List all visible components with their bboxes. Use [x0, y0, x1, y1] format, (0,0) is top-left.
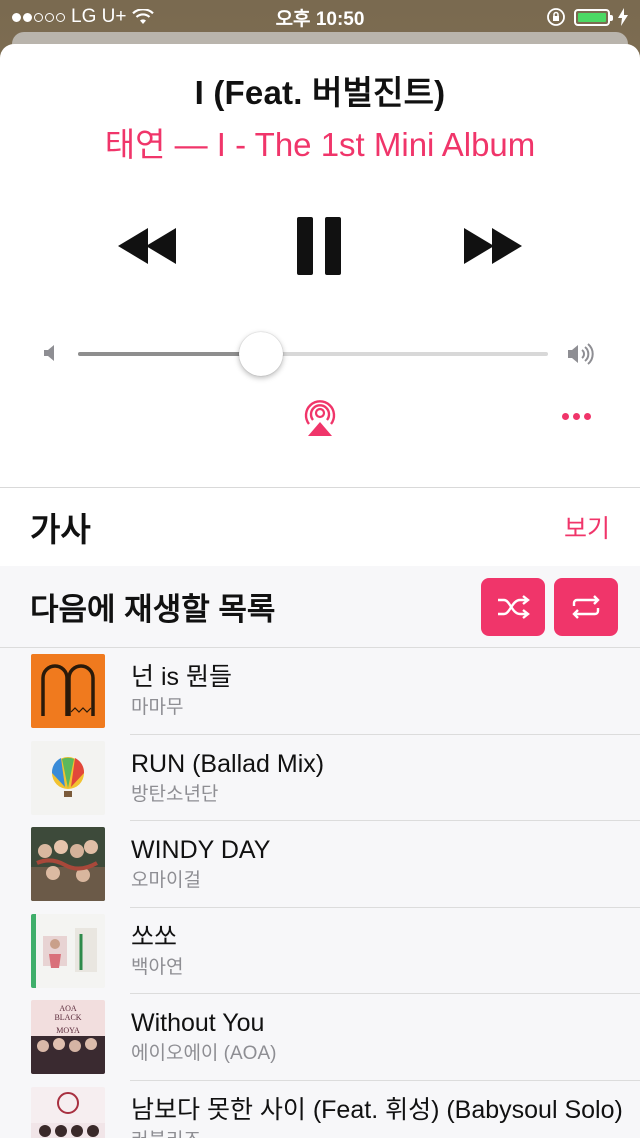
album-art-text: MOYA — [56, 1026, 80, 1035]
volume-high-icon — [568, 343, 594, 365]
fast-forward-icon — [464, 228, 522, 264]
track-title: WINDY DAY — [131, 836, 271, 865]
more-dot — [572, 412, 580, 420]
album-art-text: BLACK — [54, 1013, 81, 1022]
wifi-icon — [132, 9, 155, 24]
shuffle-icon — [498, 594, 530, 619]
album-art — [31, 654, 105, 729]
shuffle-button[interactable] — [481, 577, 545, 636]
now-playing-header: I (Feat. 버벌진트) 태연 — I - The 1st Mini Alb… — [0, 44, 640, 166]
list-item[interactable]: AOA BLACK MOYA Without You 에이오에이 (AOA) — [0, 994, 640, 1081]
album-art — [31, 913, 105, 988]
more-options-button[interactable] — [556, 404, 596, 428]
album-art — [31, 740, 105, 815]
now-playing-sheet: I (Feat. 버벌진트) 태연 — I - The 1st Mini Alb… — [0, 44, 640, 1138]
lyrics-show-button[interactable]: 보기 — [564, 509, 610, 545]
list-item[interactable]: 쏘쏘 백아연 — [0, 908, 640, 995]
track-title: 남보다 못한 사이 (Feat. 휘성) (Babysoul Solo) — [131, 1095, 623, 1124]
list-item[interactable]: RUN (Ballad Mix) 방탄소년단 — [0, 735, 640, 822]
status-bar: LG U+ 오후 10:50 — [0, 0, 640, 34]
song-title[interactable]: I (Feat. 버벌진트) — [0, 66, 640, 114]
pause-icon — [297, 217, 341, 275]
up-next-section: 다음에 재생할 목록 넌 is 뭔들 마마무 RUN (Ballad Mix) … — [0, 566, 640, 1138]
track-title: 쏘쏘 — [131, 922, 178, 951]
album-art — [31, 827, 105, 902]
track-artist: 에이오에이 (AOA) — [131, 1043, 277, 1065]
track-artist: 마마무 — [131, 697, 184, 719]
more-dot — [561, 412, 569, 420]
track-artist: 러블리즈 — [131, 1128, 640, 1138]
lyrics-title: 가사 — [30, 511, 91, 548]
airplay-icon — [304, 400, 336, 436]
album-art — [31, 1086, 105, 1138]
song-artist-album[interactable]: 태연 — I - The 1st Mini Album — [0, 118, 640, 166]
volume-track[interactable] — [78, 352, 548, 356]
up-next-header: 다음에 재생할 목록 — [0, 566, 640, 648]
playback-controls — [0, 214, 640, 278]
volume-track-filled — [78, 352, 262, 356]
album-art: AOA BLACK MOYA — [31, 1000, 105, 1075]
track-title: 넌 is 뭔들 — [131, 663, 232, 692]
lyrics-section: 가사 보기 — [0, 488, 640, 566]
charging-icon — [618, 8, 628, 26]
list-item[interactable]: 넌 is 뭔들 마마무 — [0, 648, 640, 735]
up-next-title: 다음에 재생할 목록 — [30, 592, 276, 627]
list-item[interactable]: WINDY DAY 오마이걸 — [0, 821, 640, 908]
track-artist: 방탄소년단 — [131, 783, 219, 805]
rewind-icon — [118, 228, 176, 264]
repeat-icon — [572, 594, 600, 619]
track-title: RUN (Ballad Mix) — [131, 749, 325, 778]
orientation-lock-icon — [547, 8, 565, 26]
track-title: Without You — [131, 1009, 265, 1038]
battery-icon — [574, 8, 613, 26]
next-track-button[interactable] — [456, 214, 528, 278]
pause-button[interactable] — [288, 214, 352, 278]
signal-strength-icon — [12, 12, 65, 22]
volume-knob[interactable] — [239, 332, 284, 376]
previous-track-button[interactable] — [112, 214, 184, 278]
carrier-name: LG U+ — [71, 6, 127, 27]
volume-low-icon — [44, 345, 54, 361]
album-art-text: AOA — [59, 1004, 77, 1013]
track-artist: 백아연 — [131, 956, 184, 978]
volume-slider[interactable] — [0, 332, 640, 376]
airplay-button[interactable] — [300, 396, 340, 438]
repeat-button[interactable] — [554, 577, 618, 636]
more-dot — [583, 412, 591, 420]
track-artist: 오마이걸 — [131, 870, 201, 892]
list-item[interactable]: 남보다 못한 사이 (Feat. 휘성) (Babysoul Solo) 러블리… — [0, 1081, 640, 1138]
up-next-list: 넌 is 뭔들 마마무 RUN (Ballad Mix) 방탄소년단 WINDY… — [0, 648, 640, 1138]
